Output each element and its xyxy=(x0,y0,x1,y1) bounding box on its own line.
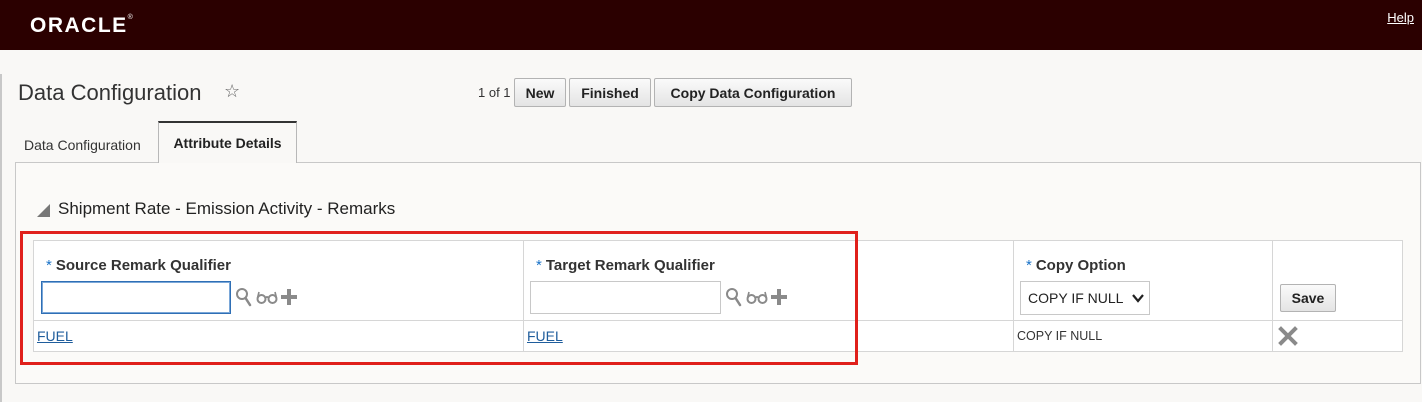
target-remark-qualifier-input[interactable] xyxy=(530,281,721,314)
tab-data-configuration[interactable]: Data Configuration xyxy=(24,137,141,153)
page-title: Data Configuration xyxy=(18,80,202,105)
source-remark-qualifier-input[interactable] xyxy=(41,281,231,314)
target-remark-qualifier-link[interactable]: FUEL xyxy=(527,328,563,344)
column-divider xyxy=(1272,240,1273,352)
copy-option-value: COPY IF NULL xyxy=(1017,329,1103,343)
copy-option-select[interactable]: COPY IF NULL xyxy=(1020,281,1150,315)
column-divider xyxy=(1013,240,1014,352)
tab-attribute-details[interactable]: Attribute Details xyxy=(158,121,297,163)
column-header-source-remark-qualifier: * Source Remark Qualifier xyxy=(46,257,231,274)
source-remark-qualifier-link[interactable]: FUEL xyxy=(37,328,73,344)
top-bar: ORACLE® Help xyxy=(0,0,1422,50)
save-button[interactable]: Save xyxy=(1280,284,1336,312)
copy-option-selected-value: COPY IF NULL xyxy=(1028,290,1124,306)
add-icon[interactable] xyxy=(770,287,788,307)
left-edge-divider xyxy=(0,74,2,402)
row-divider xyxy=(33,320,1403,321)
new-button[interactable]: New xyxy=(514,78,566,107)
column-header-target-remark-qualifier: * Target Remark Qualifier xyxy=(536,257,715,274)
add-icon[interactable] xyxy=(280,287,298,307)
search-icon[interactable] xyxy=(235,287,253,307)
finished-button[interactable]: Finished xyxy=(569,78,651,107)
required-marker: * xyxy=(46,257,52,274)
pager-text: 1 of 1 xyxy=(478,85,511,100)
required-marker: * xyxy=(1026,257,1032,274)
glasses-icon[interactable] xyxy=(256,287,278,307)
column-header-copy-option: * Copy Option xyxy=(1026,257,1126,274)
required-marker: * xyxy=(536,257,542,274)
search-icon[interactable] xyxy=(725,287,743,307)
delete-icon[interactable] xyxy=(1278,326,1298,346)
column-divider xyxy=(523,240,524,352)
help-link[interactable]: Help xyxy=(1387,10,1414,25)
glasses-icon[interactable] xyxy=(746,287,768,307)
section-title: Shipment Rate - Emission Activity - Rema… xyxy=(58,199,396,218)
copy-data-configuration-button[interactable]: Copy Data Configuration xyxy=(654,78,852,107)
star-outline-icon[interactable]: ☆ xyxy=(224,81,240,102)
oracle-logo: ORACLE® xyxy=(30,14,133,37)
triangle-expanded-icon[interactable] xyxy=(37,204,50,217)
chevron-down-icon xyxy=(1132,294,1144,303)
